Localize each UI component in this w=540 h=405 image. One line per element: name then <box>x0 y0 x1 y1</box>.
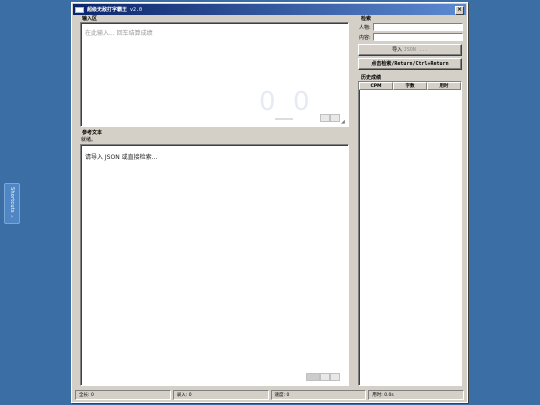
search-title: 检索 <box>360 15 373 22</box>
status-speed: 速度: 0 <box>270 390 367 400</box>
resize-grip-icon[interactable]: ◢ <box>341 119 345 125</box>
shortcuts-tab-label: Shortcuts <box>9 186 15 213</box>
chevron-right-icon: › <box>11 214 13 221</box>
main-window: 超级无敌打字霸王 v2.0 × 输入区 在此输入... 回车结算成绩 0 0 ◢… <box>71 2 468 403</box>
column-header-cpm[interactable]: CPM <box>359 82 393 90</box>
import-suffix: JSON ... <box>403 47 428 53</box>
reference-text: 请导入 JSON 或直接检索... <box>85 154 158 161</box>
reference-prev-button[interactable] <box>320 373 330 381</box>
history-title: 历史成绩 <box>360 74 383 81</box>
score-caption <box>275 118 293 120</box>
column-header-chars[interactable]: 字数 <box>393 82 427 90</box>
person-label: 人物: <box>359 25 371 31</box>
score-right: 0 <box>293 87 312 117</box>
reference-action-button[interactable] <box>306 373 320 381</box>
reference-status: 就绪。 <box>81 137 97 143</box>
title-bar[interactable]: 超级无敌打字霸王 v2.0 × <box>73 4 466 15</box>
reference-text-box[interactable]: 请导入 JSON 或直接检索... <box>80 144 349 386</box>
close-button[interactable]: × <box>455 5 464 15</box>
window-version: v2.0 <box>130 6 143 13</box>
reference-next-button[interactable] <box>330 373 340 381</box>
typing-input[interactable]: 在此输入... 回车结算成绩 0 0 ◢ <box>80 22 349 127</box>
input-clear-button[interactable] <box>330 114 340 122</box>
score-left: 0 <box>259 87 278 117</box>
app-icon <box>75 6 84 13</box>
history-table[interactable]: CPM 字数 用时 <box>358 81 462 386</box>
status-typed: 录入: 0 <box>172 390 269 400</box>
input-toggle-button[interactable] <box>320 114 330 122</box>
typing-placeholder: 在此输入... 回车结算成绩 <box>85 30 153 37</box>
window-title: 超级无敌打字霸王 <box>87 7 128 13</box>
import-label: 导入 <box>392 47 403 53</box>
reference-title: 参考文本 <box>81 129 104 136</box>
person-input[interactable] <box>373 23 463 31</box>
status-time: 用时: 0.0s <box>368 390 464 400</box>
history-table-header: CPM 字数 用时 <box>359 82 461 90</box>
input-area-title: 输入区 <box>81 15 99 22</box>
content-label: 内容: <box>359 35 371 41</box>
search-button[interactable]: 点击检索/Return/Ctrl+Return <box>358 58 462 70</box>
column-header-time[interactable]: 用时 <box>427 82 461 90</box>
status-total: 全长: 0 <box>75 390 171 400</box>
content-input[interactable] <box>373 33 463 41</box>
status-bar: 全长: 0 录入: 0 速度: 0 用时: 0.0s <box>75 390 464 400</box>
shortcuts-side-tab[interactable]: Shortcuts › <box>4 183 20 224</box>
import-json-button[interactable]: 导入 JSON ... <box>358 44 462 56</box>
